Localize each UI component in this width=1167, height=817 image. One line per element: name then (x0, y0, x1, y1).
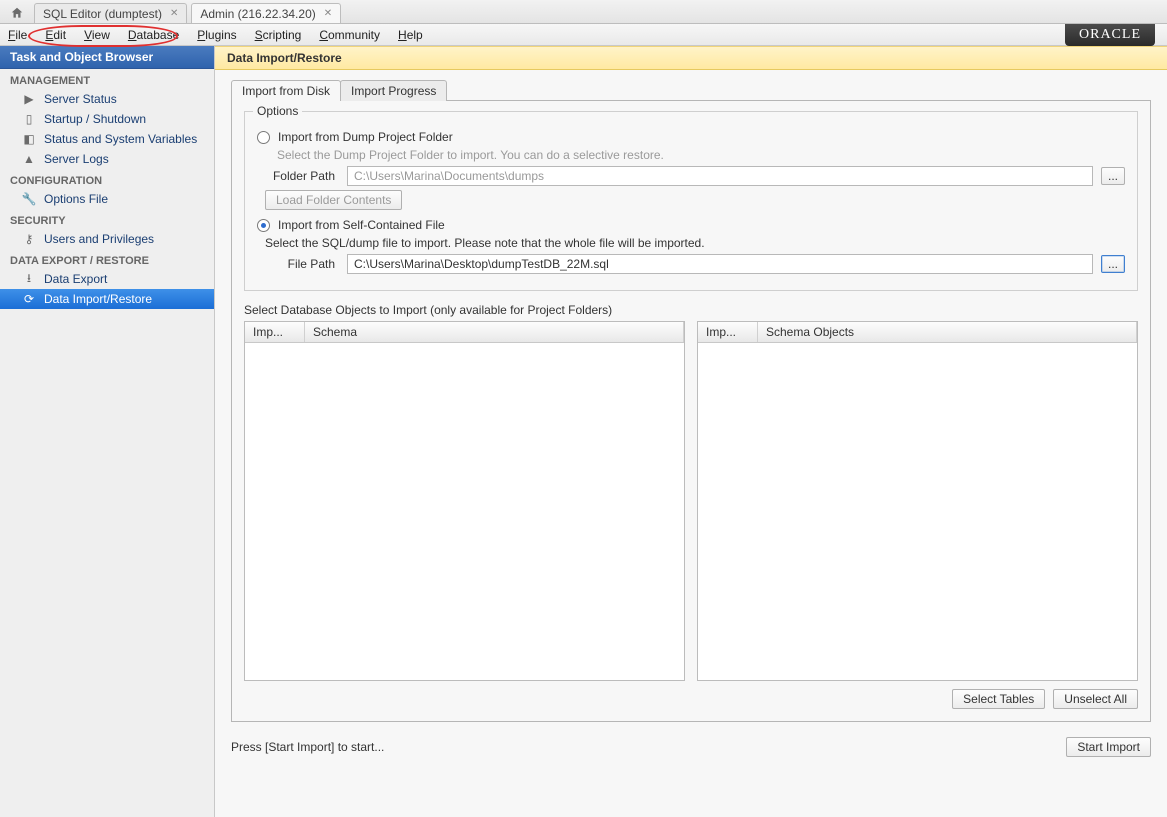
schema-objects-table-header: Imp... Schema Objects (698, 322, 1137, 343)
sidebar-item-label: Options File (44, 192, 108, 206)
tab-import-from-disk[interactable]: Import from Disk (231, 80, 341, 101)
sidebar-group-security: SECURITY (0, 209, 214, 229)
sidebar-item-label: Status and System Variables (44, 132, 197, 146)
play-icon: ▶ (22, 92, 36, 106)
menu-scripting[interactable]: Scripting (255, 28, 302, 42)
restore-icon: ⟳ (22, 292, 36, 306)
main-panel: Data Import/Restore Import from DiskImpo… (215, 46, 1167, 817)
radio-import-file[interactable] (257, 219, 270, 232)
key-icon: ⚷ (22, 232, 36, 246)
menubar: File Edit View Database Plugins Scriptin… (0, 24, 1167, 46)
folder-path-input[interactable]: C:\Users\Marina\Documents\dumps (347, 166, 1093, 186)
browse-file-button[interactable]: ... (1101, 255, 1125, 273)
sidebar-item-users-privileges[interactable]: ⚷ Users and Privileges (0, 229, 214, 249)
radio-import-folder-label: Import from Dump Project Folder (278, 130, 453, 144)
wrench-icon: 🔧 (22, 192, 36, 206)
sidebar-item-data-export[interactable]: ⭳ Data Export (0, 269, 214, 289)
sidebar-group-configuration: CONFIGURATION (0, 169, 214, 189)
sidebar-item-label: Server Logs (44, 152, 109, 166)
sidebar-title: Task and Object Browser (0, 46, 214, 69)
home-button[interactable] (4, 3, 30, 23)
browse-folder-button[interactable]: ... (1101, 167, 1125, 185)
menu-view[interactable]: View (84, 28, 110, 42)
sidebar-item-label: Data Import/Restore (44, 292, 152, 306)
sidebar: Task and Object Browser MANAGEMENT ▶ Serv… (0, 46, 215, 817)
select-objects-title: Select Database Objects to Import (only … (244, 303, 1138, 317)
close-icon[interactable]: ✕ (324, 8, 332, 19)
doc-tab-admin[interactable]: Admin (216.22.34.20) ✕ (191, 3, 341, 23)
col-import[interactable]: Imp... (245, 322, 305, 342)
menu-file[interactable]: File (8, 28, 27, 42)
schema-objects-table-body (698, 343, 1137, 680)
page-title: Data Import/Restore (215, 46, 1167, 70)
select-tables-button[interactable]: Select Tables (952, 689, 1045, 709)
footer-hint: Press [Start Import] to start... (231, 740, 384, 754)
schema-objects-table[interactable]: Imp... Schema Objects (697, 321, 1138, 681)
sidebar-item-label: Users and Privileges (44, 232, 154, 246)
doc-tab-label: Admin (216.22.34.20) (200, 7, 315, 21)
gauge-icon: ◧ (22, 132, 36, 146)
server-icon: ▯ (22, 112, 36, 126)
sidebar-item-server-status[interactable]: ▶ Server Status (0, 89, 214, 109)
col-schema[interactable]: Schema (305, 322, 684, 342)
sidebar-item-label: Data Export (44, 272, 107, 286)
file-path-input[interactable]: C:\Users\Marina\Desktop\dumpTestDB_22M.s… (347, 254, 1093, 274)
menu-help[interactable]: Help (398, 28, 423, 42)
schema-table[interactable]: Imp... Schema (244, 321, 685, 681)
close-icon[interactable]: ✕ (170, 8, 178, 19)
menu-database[interactable]: Database (128, 28, 179, 42)
options-groupbox: Options Import from Dump Project Folder … (244, 111, 1138, 291)
brand-logo: ORACLE (1065, 24, 1155, 46)
warn-icon: ▲ (22, 152, 36, 166)
home-icon (10, 6, 24, 20)
document-tabstrip: SQL Editor (dumptest) ✕ Admin (216.22.34… (0, 0, 1167, 24)
start-import-button[interactable]: Start Import (1066, 737, 1151, 757)
folder-path-label: Folder Path (265, 169, 335, 183)
col-import[interactable]: Imp... (698, 322, 758, 342)
import-panel: Options Import from Dump Project Folder … (231, 100, 1151, 722)
import-file-hint: Select the SQL/dump file to import. Plea… (265, 236, 1125, 250)
sidebar-group-management: MANAGEMENT (0, 69, 214, 89)
sidebar-item-label: Startup / Shutdown (44, 112, 146, 126)
sidebar-item-label: Server Status (44, 92, 117, 106)
sidebar-group-data-export-restore: DATA EXPORT / RESTORE (0, 249, 214, 269)
col-schema-objects[interactable]: Schema Objects (758, 322, 1137, 342)
sidebar-item-options-file[interactable]: 🔧 Options File (0, 189, 214, 209)
import-folder-hint: Select the Dump Project Folder to import… (277, 148, 1125, 162)
sidebar-item-startup-shutdown[interactable]: ▯ Startup / Shutdown (0, 109, 214, 129)
doc-tab-label: SQL Editor (dumptest) (43, 7, 162, 21)
unselect-all-button[interactable]: Unselect All (1053, 689, 1138, 709)
schema-table-header: Imp... Schema (245, 322, 684, 343)
sidebar-item-status-vars[interactable]: ◧ Status and System Variables (0, 129, 214, 149)
download-icon: ⭳ (22, 272, 36, 286)
menu-edit[interactable]: Edit (45, 28, 66, 42)
menu-community[interactable]: Community (319, 28, 380, 42)
schema-table-body (245, 343, 684, 680)
doc-tab-sql-editor[interactable]: SQL Editor (dumptest) ✕ (34, 3, 187, 23)
menu-plugins[interactable]: Plugins (197, 28, 236, 42)
radio-import-folder[interactable] (257, 131, 270, 144)
options-title: Options (253, 104, 302, 118)
sidebar-item-data-import-restore[interactable]: ⟳ Data Import/Restore (0, 289, 214, 309)
file-path-label: File Path (265, 257, 335, 271)
sidebar-item-server-logs[interactable]: ▲ Server Logs (0, 149, 214, 169)
radio-import-file-label: Import from Self-Contained File (278, 218, 445, 232)
inner-tabs: Import from DiskImport Progress (215, 70, 1167, 101)
tab-import-progress[interactable]: Import Progress (340, 80, 447, 101)
load-folder-contents-button[interactable]: Load Folder Contents (265, 190, 402, 210)
